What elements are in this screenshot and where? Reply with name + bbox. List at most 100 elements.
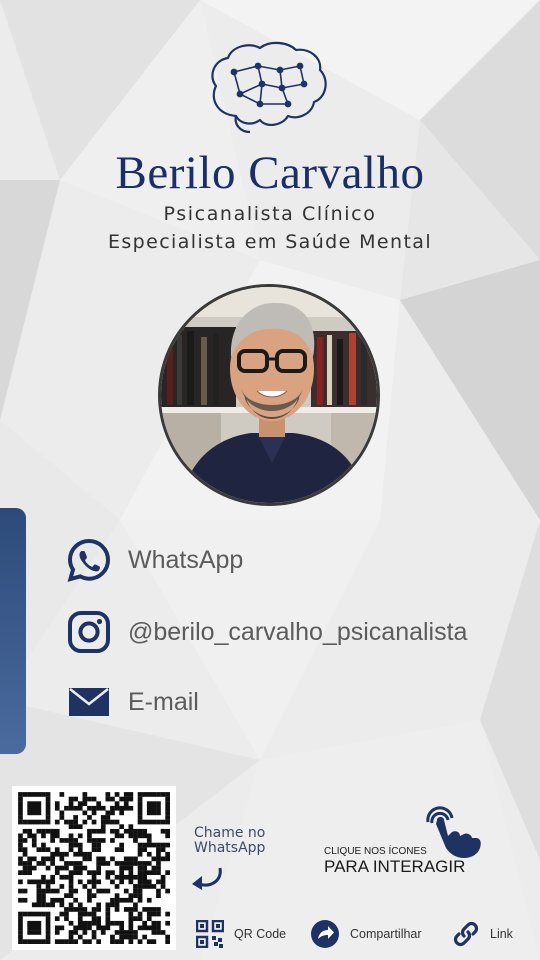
qr-module xyxy=(133,874,138,880)
qr-module xyxy=(123,930,129,935)
qr-module xyxy=(160,879,166,885)
qr-module xyxy=(114,907,120,912)
qr-module xyxy=(142,925,147,931)
qr-module xyxy=(73,907,78,912)
qr-code-button[interactable]: QR Code xyxy=(196,918,286,950)
qr-module xyxy=(27,879,32,885)
qr-module xyxy=(50,861,55,866)
qr-module xyxy=(77,916,83,921)
qr-module xyxy=(41,879,46,885)
qr-module xyxy=(114,902,120,908)
qr-module xyxy=(165,815,170,820)
tap-hand-icon xyxy=(426,806,481,858)
qr-module xyxy=(156,819,161,825)
qr-module xyxy=(31,819,37,825)
qr-module xyxy=(41,861,46,866)
qr-code-image[interactable] xyxy=(12,786,176,950)
qr-module xyxy=(105,870,111,875)
qr-module xyxy=(91,916,97,921)
side-menu-tab[interactable] xyxy=(0,508,26,754)
qr-module xyxy=(114,801,120,806)
qr-module xyxy=(114,930,120,935)
qr-module xyxy=(68,902,74,908)
qr-module xyxy=(41,828,46,834)
qr-module xyxy=(68,893,74,898)
qr-module xyxy=(87,833,92,839)
qr-module xyxy=(27,805,32,811)
qr-module xyxy=(128,897,134,903)
qr-module xyxy=(156,888,161,894)
qr-module xyxy=(45,902,51,908)
qr-module xyxy=(91,930,97,935)
qr-module xyxy=(77,925,83,931)
qr-module xyxy=(36,930,42,935)
qr-module xyxy=(146,819,152,825)
qr-module xyxy=(36,925,42,931)
qr-module xyxy=(128,893,134,898)
whatsapp-icon xyxy=(66,538,112,582)
contact-whatsapp[interactable]: WhatsApp xyxy=(66,538,243,582)
qr-module xyxy=(91,879,97,885)
qr-module xyxy=(142,879,147,885)
qr-module xyxy=(18,939,23,944)
link-button[interactable]: Link xyxy=(452,918,513,950)
qr-module xyxy=(18,879,23,885)
mail-icon xyxy=(66,680,112,724)
qr-module xyxy=(82,925,88,931)
qr-module xyxy=(119,847,124,852)
qr-module xyxy=(165,828,170,834)
qr-module xyxy=(64,939,69,944)
qr-module xyxy=(91,819,97,825)
qr-module xyxy=(142,828,147,834)
qr-module xyxy=(146,810,152,816)
qr-module xyxy=(87,893,92,898)
qr-module xyxy=(151,810,157,816)
qr-module xyxy=(45,930,51,935)
qr-module xyxy=(137,805,143,811)
qr-module xyxy=(45,925,51,931)
qr-module xyxy=(142,833,147,839)
qr-module xyxy=(59,911,65,917)
qr-module xyxy=(22,865,28,871)
qr-module xyxy=(137,925,143,931)
qr-module xyxy=(45,815,51,820)
qr-module xyxy=(156,810,161,816)
qr-module xyxy=(160,792,166,797)
qr-module xyxy=(54,865,60,871)
curved-arrow-icon xyxy=(192,867,222,890)
qr-module xyxy=(50,897,55,903)
qr-module xyxy=(36,879,42,885)
qr-module xyxy=(96,907,101,912)
qr-module xyxy=(27,920,32,926)
qr-module xyxy=(165,805,170,811)
qr-module xyxy=(45,879,51,885)
qr-module xyxy=(137,819,143,825)
qr-module xyxy=(123,792,129,797)
qr-module xyxy=(156,861,161,866)
qr-module xyxy=(31,925,37,931)
qr-module xyxy=(128,792,134,797)
qr-module xyxy=(133,930,138,935)
qr-module xyxy=(105,796,111,802)
qr-module xyxy=(146,842,152,848)
qr-module xyxy=(100,925,106,931)
qr-module xyxy=(18,911,23,917)
qr-module xyxy=(165,856,170,862)
qr-code-label: QR Code xyxy=(234,927,287,941)
qr-module xyxy=(77,851,83,857)
qr-module xyxy=(142,874,147,880)
contact-instagram[interactable]: @berilo_carvalho_psicanalista xyxy=(66,610,467,654)
qr-module xyxy=(142,884,147,889)
qr-module xyxy=(82,930,88,935)
qr-module xyxy=(128,939,134,944)
qr-module xyxy=(27,861,32,866)
contact-email[interactable]: E-mail xyxy=(66,680,199,724)
qr-module xyxy=(68,870,74,875)
qr-module xyxy=(36,801,42,806)
qr-module xyxy=(82,796,88,802)
share-button[interactable]: Compartilhar xyxy=(310,918,422,950)
qr-module xyxy=(142,819,147,825)
qr-module xyxy=(119,805,124,811)
qr-code-icon xyxy=(196,920,224,948)
qr-module xyxy=(50,833,55,839)
